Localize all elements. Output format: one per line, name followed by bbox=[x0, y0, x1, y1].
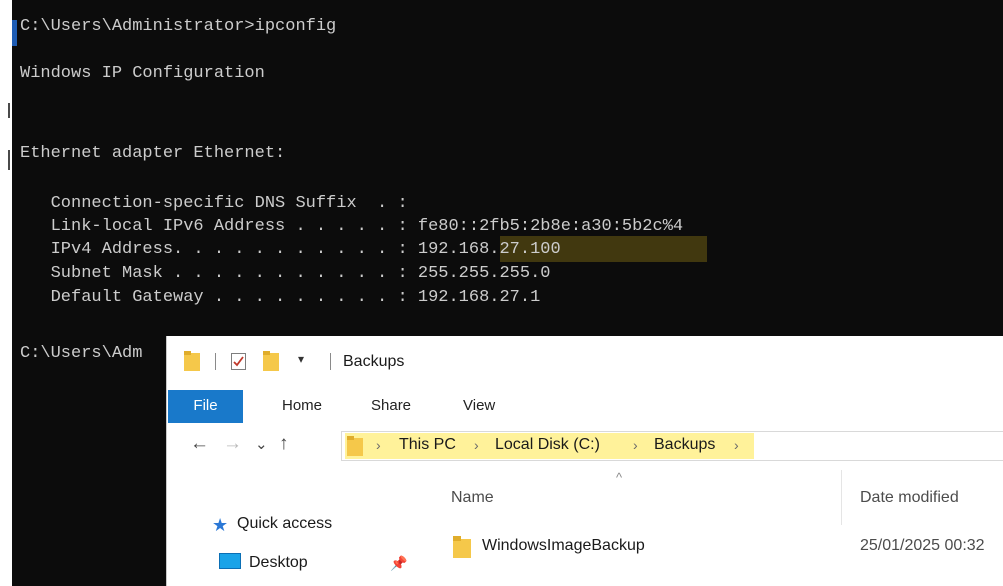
breadcrumb-separator-icon[interactable]: › bbox=[734, 437, 739, 453]
window-title: Backups bbox=[343, 353, 405, 370]
folder-icon bbox=[453, 536, 471, 558]
folder-icon[interactable] bbox=[184, 351, 200, 371]
pin-icon[interactable]: 📌 bbox=[390, 555, 407, 572]
desktop-icon bbox=[219, 553, 241, 569]
breadcrumb-separator-icon[interactable]: › bbox=[633, 437, 638, 453]
toolbar-separator bbox=[330, 353, 331, 370]
breadcrumb-backups[interactable]: Backups bbox=[654, 436, 715, 454]
address-bar: ← → ⌄ ↑ › This PC › Local Disk (C:) › Ba… bbox=[167, 423, 1003, 470]
tab-home[interactable]: Home bbox=[282, 390, 322, 423]
title-bar: ▾ Backups bbox=[167, 336, 1003, 390]
left-gutter bbox=[0, 0, 12, 586]
console-line-subnet: Subnet Mask . . . . . . . . . . . : 255.… bbox=[20, 264, 551, 283]
column-header-name[interactable]: Name bbox=[451, 489, 494, 507]
properties-icon[interactable] bbox=[231, 353, 246, 370]
gutter-mark bbox=[8, 103, 10, 118]
new-folder-icon[interactable] bbox=[263, 351, 279, 371]
toolbar-separator bbox=[215, 353, 216, 370]
console-line-gateway: Default Gateway . . . . . . . . . : 192.… bbox=[20, 288, 541, 307]
breadcrumb-separator-icon[interactable]: › bbox=[376, 437, 381, 453]
console-line-ipv4: IPv4 Address. . . . . . . . . . . : 192.… bbox=[20, 240, 561, 259]
back-arrow-icon[interactable]: ← bbox=[190, 433, 209, 455]
sort-ascending-icon: ^ bbox=[616, 470, 623, 485]
gutter-mark bbox=[8, 150, 10, 170]
nav-desktop[interactable]: Desktop bbox=[249, 554, 308, 572]
console-line-prompt: C:\Users\Adm bbox=[20, 344, 143, 363]
quick-access-toolbar-dropdown-icon[interactable]: ▾ bbox=[298, 352, 304, 366]
file-explorer-window[interactable]: ▾ Backups File Home Share View ← → ⌄ ↑ ›… bbox=[166, 336, 1003, 586]
breadcrumb-this-pc[interactable]: This PC bbox=[399, 436, 456, 454]
console-line-ipv6: Link-local IPv6 Address . . . . . : fe80… bbox=[20, 217, 684, 236]
console-line-command: C:\Users\Administrator>ipconfig bbox=[20, 17, 337, 36]
recent-locations-chevron-icon[interactable]: ⌄ bbox=[255, 435, 268, 453]
ribbon-tabs: File Home Share View bbox=[167, 390, 1003, 424]
forward-arrow-icon[interactable]: → bbox=[223, 433, 242, 455]
folder-icon bbox=[347, 436, 363, 456]
tab-view[interactable]: View bbox=[463, 390, 495, 423]
console-line-adapter: Ethernet adapter Ethernet: bbox=[20, 144, 286, 163]
column-header-date-modified[interactable]: Date modified bbox=[860, 489, 959, 507]
breadcrumb-local-disk[interactable]: Local Disk (C:) bbox=[495, 436, 600, 454]
column-divider[interactable] bbox=[841, 470, 842, 525]
tab-file[interactable]: File bbox=[168, 390, 243, 423]
file-date-modified: 25/01/2025 00:32 bbox=[860, 537, 985, 554]
tab-share[interactable]: Share bbox=[371, 390, 411, 423]
explorer-content: ★ Quick access Desktop 📌 ^ Name Date mod… bbox=[167, 470, 1003, 586]
console-edge-mark bbox=[12, 20, 17, 46]
star-icon: ★ bbox=[212, 515, 229, 535]
file-name[interactable]: WindowsImageBackup bbox=[482, 537, 645, 555]
nav-quick-access[interactable]: Quick access bbox=[237, 515, 332, 533]
breadcrumb-separator-icon[interactable]: › bbox=[474, 437, 479, 453]
console-line-dns-suffix: Connection-specific DNS Suffix . : bbox=[20, 194, 408, 213]
console-line-header: Windows IP Configuration bbox=[20, 64, 265, 83]
up-arrow-icon[interactable]: ↑ bbox=[279, 433, 289, 455]
